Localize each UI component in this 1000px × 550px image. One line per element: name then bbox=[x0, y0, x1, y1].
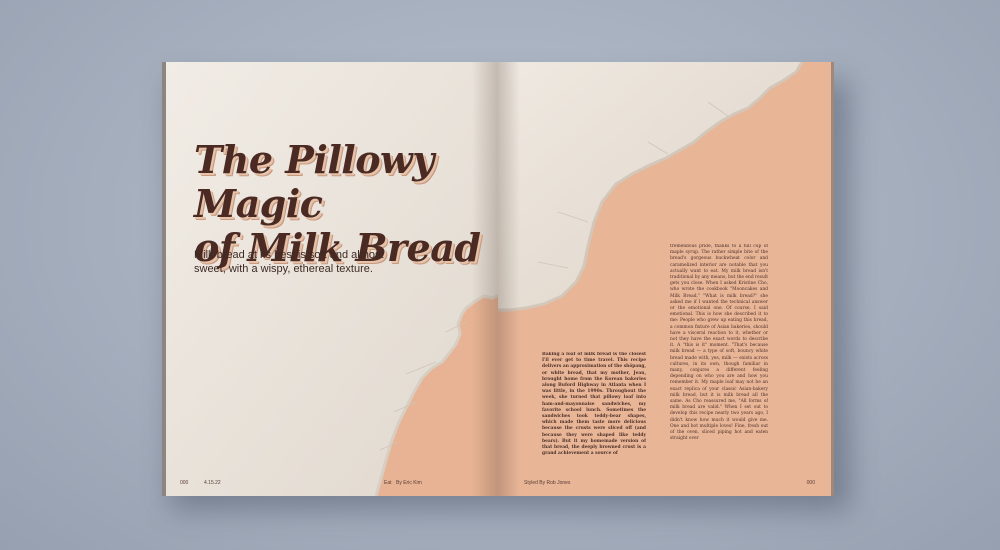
article-deck: Milk bread at its best is soft and almos… bbox=[194, 249, 384, 275]
byline: By Eric Kim bbox=[396, 480, 422, 486]
body-column-2: tremendous pride, thanks to a full cup o… bbox=[670, 244, 768, 442]
issue-date: 4.15.22 bbox=[204, 480, 221, 486]
title-line-1: The Pillowy Magic bbox=[194, 137, 434, 226]
left-page: The Pillowy Magic of Milk Bread Milk bre… bbox=[162, 62, 498, 496]
gutter-shadow-left bbox=[472, 62, 498, 496]
open-magazine: The Pillowy Magic of Milk Bread Milk bre… bbox=[162, 62, 834, 496]
page-number-left: 000 bbox=[180, 480, 189, 486]
page-number-right: 000 bbox=[806, 480, 815, 486]
torn-paper-art-left bbox=[166, 62, 498, 496]
section-name: Eat bbox=[384, 480, 392, 486]
body-column-1: Baking a loaf of milk bread is the close… bbox=[542, 352, 646, 457]
gutter-shadow-right bbox=[498, 62, 520, 496]
